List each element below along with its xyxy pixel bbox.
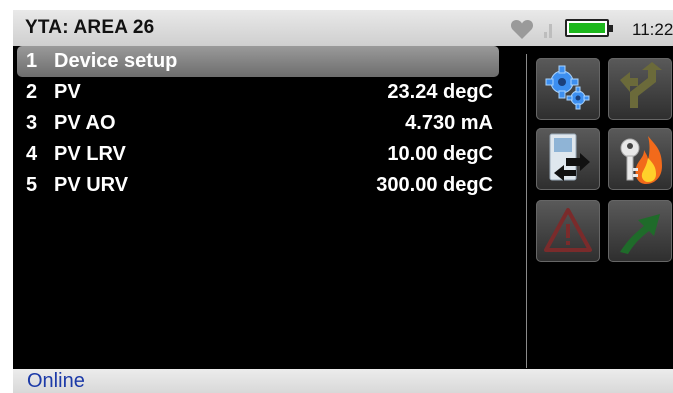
menu-list: 1 Device setup 2 PV 23.24 degC 3 PV AO 4… (17, 46, 499, 201)
menu-item-number: 1 (26, 50, 38, 72)
menu-item-value: 23.24 degC (387, 81, 493, 103)
heart-icon (510, 20, 534, 39)
menu-item-pv[interactable]: 2 PV 23.24 degC (17, 77, 499, 108)
menu-item-label: PV AO (54, 112, 116, 134)
key-flame-icon (620, 136, 662, 184)
menu-item-number: 4 (26, 143, 38, 165)
route-arrow-icon (620, 62, 662, 108)
menu-item-label: PV LRV (54, 143, 126, 165)
menu-item-number: 2 (26, 81, 38, 103)
menu-item-label: PV (54, 81, 81, 103)
page-title: YTA: AREA 26 (25, 17, 155, 38)
menu-item-device-setup[interactable]: 1 Device setup (17, 46, 499, 77)
trend-button[interactable] (608, 200, 672, 262)
transfer-button[interactable] (536, 128, 600, 190)
signal-icon (544, 24, 552, 38)
clock: 11:22 (632, 20, 673, 39)
device-setup-gear-button[interactable] (536, 58, 600, 120)
battery-icon (565, 19, 613, 37)
title-bar: YTA: AREA 26 11:22 (13, 10, 673, 46)
status-bar: Online (13, 369, 673, 393)
connection-status: Online (27, 370, 85, 392)
menu-item-label: Device setup (54, 50, 178, 72)
panel-divider (526, 54, 527, 368)
gear-icon (545, 65, 590, 110)
menu-item-number: 3 (26, 112, 38, 134)
menu-item-value: 10.00 degC (387, 143, 493, 165)
device-transfer-icon (549, 133, 590, 181)
route-button[interactable] (608, 58, 672, 120)
alerts-button[interactable] (536, 200, 600, 262)
arrow-up-right-icon (620, 214, 660, 254)
warning-icon (544, 208, 592, 252)
menu-item-pv-urv[interactable]: 5 PV URV 300.00 degC (17, 170, 499, 201)
menu-item-value: 300.00 degC (376, 174, 493, 196)
menu-item-value: 4.730 mA (405, 112, 493, 134)
menu-item-label: PV URV (54, 174, 129, 196)
security-button[interactable] (608, 128, 672, 190)
device-screen: YTA: AREA 26 11:22 1 Device setup 2 PV 2… (13, 10, 673, 393)
menu-item-pv-ao[interactable]: 3 PV AO 4.730 mA (17, 108, 499, 139)
menu-item-pv-lrv[interactable]: 4 PV LRV 10.00 degC (17, 139, 499, 170)
menu-item-number: 5 (26, 174, 38, 196)
